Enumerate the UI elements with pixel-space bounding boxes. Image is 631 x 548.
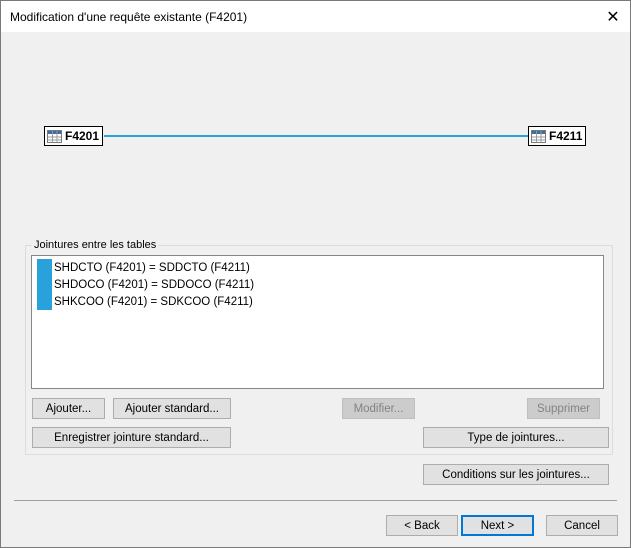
join-marker: [37, 276, 52, 293]
dialog-window: Modification d'une requête existante (F4…: [0, 0, 631, 548]
table-name: F4201: [65, 129, 100, 143]
list-item[interactable]: SHKCOO (F4201) = SDKCOO (F4211): [37, 293, 253, 310]
footer-separator: [14, 500, 617, 501]
table-name: F4211: [549, 129, 583, 143]
table-icon: [531, 129, 546, 143]
table-node-f4201[interactable]: F4201: [44, 126, 104, 146]
joins-group-label: Jointures entre les tables: [32, 239, 159, 251]
delete-button[interactable]: Supprimer: [527, 398, 600, 419]
add-standard-button[interactable]: Ajouter standard...: [113, 398, 231, 419]
table-node-f4211[interactable]: F4211: [528, 126, 587, 146]
save-standard-join-button[interactable]: Enregistrer jointure standard...: [32, 427, 231, 448]
join-type-button[interactable]: Type de jointures...: [423, 427, 609, 448]
window-title: Modification d'une requête existante (F4…: [10, 10, 248, 24]
cancel-button[interactable]: Cancel: [546, 515, 618, 536]
title-bar: Modification d'une requête existante (F4…: [1, 1, 630, 32]
list-item[interactable]: SHDOCO (F4201) = SDDOCO (F4211): [37, 276, 254, 293]
add-button[interactable]: Ajouter...: [32, 398, 105, 419]
joins-listbox[interactable]: SHDCTO (F4201) = SDDCTO (F4211) SHDOCO (…: [31, 255, 604, 389]
list-item[interactable]: SHDCTO (F4201) = SDDCTO (F4211): [37, 259, 250, 276]
close-icon[interactable]: ✕: [596, 1, 630, 32]
next-button[interactable]: Next >: [461, 515, 534, 536]
join-text: SHDOCO (F4201) = SDDOCO (F4211): [54, 278, 255, 291]
join-marker: [37, 259, 52, 276]
table-icon: [47, 129, 62, 143]
modify-button[interactable]: Modifier...: [342, 398, 415, 419]
join-text: SHKCOO (F4201) = SDKCOO (F4211): [54, 295, 253, 308]
join-text: SHDCTO (F4201) = SDDCTO (F4211): [54, 261, 250, 274]
join-diagram: F4201 F4211: [1, 32, 630, 232]
back-button[interactable]: < Back: [386, 515, 458, 536]
join-marker: [37, 293, 52, 310]
join-conditions-button[interactable]: Conditions sur les jointures...: [423, 464, 609, 485]
join-link-line[interactable]: [104, 135, 529, 137]
